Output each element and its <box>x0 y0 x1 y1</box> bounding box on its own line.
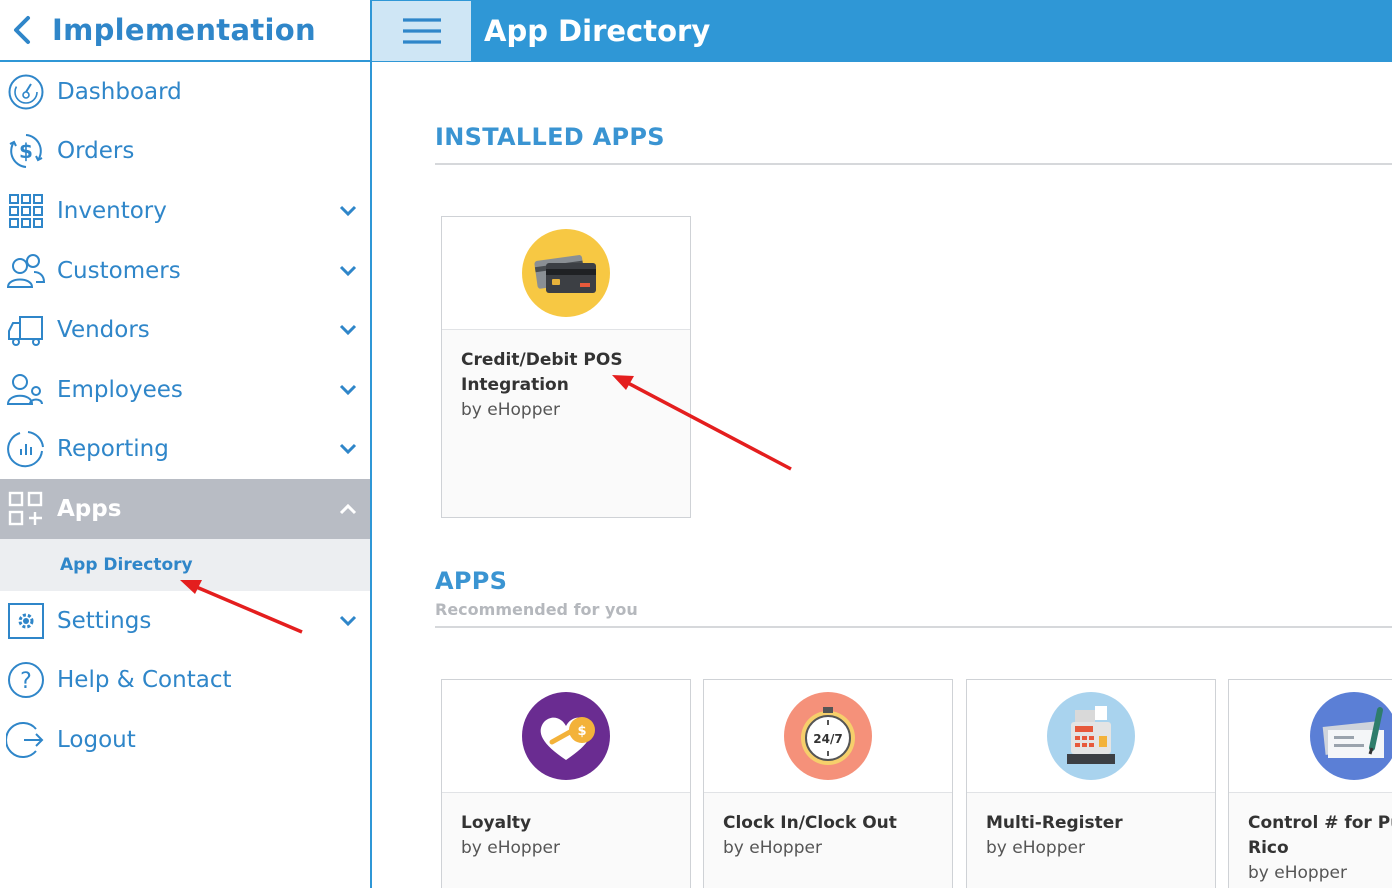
apps-icon <box>0 479 52 538</box>
app-card-icon-area <box>442 217 690 330</box>
app-author: by eHopper <box>1248 863 1347 883</box>
help-icon: ? <box>0 651 52 710</box>
app-card-body: Control # for Puerto Rico by eHopper <box>1229 793 1392 888</box>
svg-text:24/7: 24/7 <box>813 732 842 746</box>
hamburger-icon <box>402 18 441 44</box>
app-root: Implementation Dashboard $ Orders Invent… <box>0 0 1392 888</box>
clock-24-7-icon: 24/7 <box>784 692 872 780</box>
chevron-down-icon[interactable] <box>336 420 360 480</box>
sidebar-item-vendors[interactable]: Vendors <box>0 300 370 360</box>
logout-icon <box>0 710 52 769</box>
chevron-down-icon[interactable] <box>336 241 360 301</box>
sidebar-item-help[interactable]: ? Help & Contact <box>0 650 370 710</box>
installed-app-card[interactable]: Credit/Debit POS Integration by eHopper <box>441 216 691 518</box>
chart-icon <box>0 420 52 479</box>
app-name: Credit/Debit POS <box>461 350 623 370</box>
app-card-body: Clock In/Clock Out by eHopper <box>704 793 952 879</box>
app-card-icon-area: 24/7 <box>704 680 952 793</box>
chevron-down-icon[interactable] <box>336 591 360 651</box>
chevron-down-icon[interactable] <box>336 300 360 360</box>
chevron-down-icon[interactable] <box>336 360 360 420</box>
chevron-down-icon[interactable] <box>336 181 360 241</box>
app-card-loyalty[interactable]: $ Loyalty by eHopper <box>441 679 691 888</box>
hamburger-menu-button[interactable] <box>372 1 471 61</box>
sidebar-item-label: Inventory <box>57 197 167 224</box>
credit-card-icon <box>522 229 610 317</box>
svg-text:?: ? <box>20 669 32 694</box>
apps-heading: APPS <box>435 567 508 595</box>
apps-subheading: Recommended for you <box>435 600 638 619</box>
sidebar-item-employees[interactable]: Employees <box>0 360 370 420</box>
grid-icon <box>0 181 52 240</box>
app-card-icon-area: $ <box>442 680 690 793</box>
page-title: App Directory <box>484 14 711 48</box>
app-name-continued: Integration <box>461 375 569 395</box>
back-button[interactable] <box>0 0 44 60</box>
app-card-body: Loyalty by eHopper <box>442 793 690 879</box>
sidebar-header: Implementation <box>0 0 370 62</box>
sidebar-subitem-app-directory[interactable]: App Directory <box>0 538 370 591</box>
sidebar-item-label: Vendors <box>57 317 150 344</box>
divider <box>435 626 1392 628</box>
chevron-up-icon[interactable] <box>336 479 360 539</box>
app-card-clock[interactable]: 24/7 Clock In/Clock Out by eHopper <box>703 679 953 888</box>
app-card-body: Credit/Debit POS Integration by eHopper <box>442 330 690 441</box>
sidebar-item-dashboard[interactable]: Dashboard <box>0 62 370 122</box>
employees-icon <box>0 360 52 419</box>
divider <box>435 163 1392 165</box>
svg-text:$: $ <box>19 139 33 163</box>
app-name: Loyalty <box>461 813 532 833</box>
app-card-icon-area <box>967 680 1215 793</box>
dashboard-icon <box>0 62 52 121</box>
sidebar-item-inventory[interactable]: Inventory <box>0 181 370 241</box>
sidebar-item-label: Orders <box>57 138 135 165</box>
customers-icon <box>0 241 52 300</box>
app-card-control-number[interactable]: Control # for Puerto Rico by eHopper <box>1228 679 1392 888</box>
app-author: by eHopper <box>723 838 822 858</box>
app-name: Control # for Puerto <box>1248 813 1392 833</box>
app-name-continued: Rico <box>1248 838 1289 858</box>
top-header: App Directory <box>372 0 1392 62</box>
sidebar-item-label: Reporting <box>57 436 169 463</box>
sidebar-subitem-label: App Directory <box>60 554 193 575</box>
check-pen-icon <box>1310 692 1392 780</box>
sidebar-item-label: Employees <box>57 376 183 403</box>
installed-apps-heading: INSTALLED APPS <box>435 123 665 151</box>
sidebar-item-label: Apps <box>57 495 122 522</box>
sidebar-item-reporting[interactable]: Reporting <box>0 420 370 480</box>
sidebar: Implementation Dashboard $ Orders Invent… <box>0 0 372 888</box>
sidebar-item-customers[interactable]: Customers <box>0 241 370 301</box>
app-card-multi-register[interactable]: Multi-Register by eHopper <box>966 679 1216 888</box>
sidebar-item-label: Logout <box>57 726 136 753</box>
sidebar-title: Implementation <box>52 13 316 47</box>
sidebar-item-label: Help & Contact <box>57 667 232 694</box>
app-author: by eHopper <box>986 838 1085 858</box>
app-card-icon-area <box>1229 680 1392 793</box>
sidebar-item-logout[interactable]: Logout <box>0 710 370 770</box>
truck-icon <box>0 301 52 360</box>
app-author: by eHopper <box>461 838 560 858</box>
loyalty-handshake-icon: $ <box>522 692 610 780</box>
sidebar-item-label: Settings <box>57 607 152 634</box>
cash-register-icon <box>1047 692 1135 780</box>
sidebar-item-label: Dashboard <box>57 78 182 105</box>
chevron-left-icon <box>14 16 30 44</box>
app-name: Clock In/Clock Out <box>723 813 897 833</box>
app-name: Multi-Register <box>986 813 1123 833</box>
sidebar-item-label: Customers <box>57 257 181 284</box>
sidebar-item-settings[interactable]: Settings <box>0 591 370 651</box>
sidebar-item-apps[interactable]: Apps <box>0 479 370 539</box>
dollar-icon: $ <box>0 122 52 181</box>
main-content: INSTALLED APPS Credit/Debit POS Integrat… <box>435 62 1392 888</box>
app-card-body: Multi-Register by eHopper <box>967 793 1215 879</box>
app-author: by eHopper <box>461 400 560 420</box>
gear-icon <box>0 591 52 650</box>
sidebar-item-orders[interactable]: $ Orders <box>0 122 370 182</box>
